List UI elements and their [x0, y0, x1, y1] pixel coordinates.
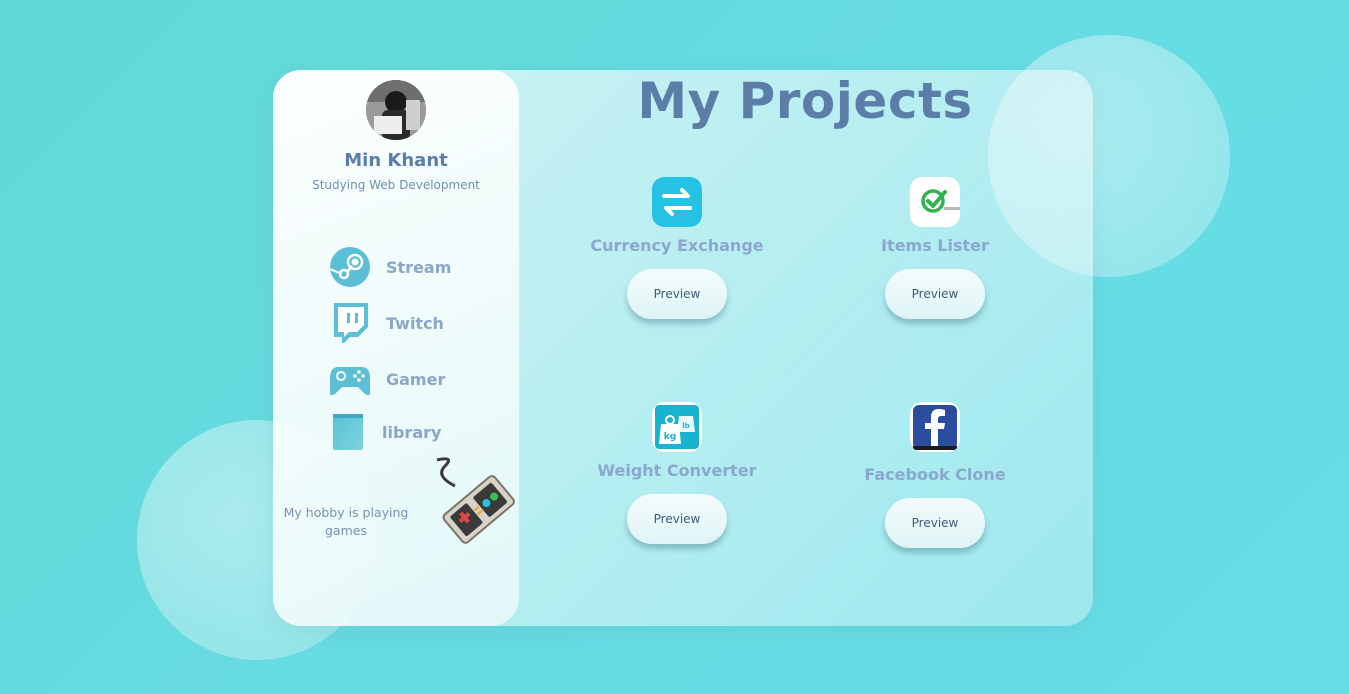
- page-title: My Projects: [637, 72, 973, 130]
- twitch-icon: [330, 303, 370, 343]
- project-currency-exchange: Currency Exchange Preview: [567, 177, 787, 327]
- project-title: Currency Exchange: [590, 236, 764, 255]
- project-weight-converter: kg lb Weight Converter Preview: [567, 402, 787, 552]
- preview-button-facebook-clone[interactable]: Preview: [885, 498, 985, 548]
- profile-sidebar: Min Khant Studying Web Development Strea…: [273, 70, 519, 626]
- nav-label-gamer: Gamer: [386, 369, 446, 389]
- nav-item-gamer[interactable]: Gamer: [330, 359, 445, 399]
- nav-item-stream[interactable]: Stream: [329, 247, 452, 287]
- user-role: Studying Web Development: [312, 178, 480, 192]
- nav-label-twitch: Twitch: [386, 313, 444, 333]
- exchange-icon: [652, 177, 702, 227]
- book-icon: [330, 412, 366, 452]
- user-name: Min Khant: [344, 150, 448, 171]
- project-facebook-clone: Facebook Clone Preview: [825, 402, 1045, 552]
- checkmark-icon: [910, 177, 960, 227]
- hobby-text: My hobby is playing games: [283, 505, 409, 538]
- gamepad-icon: [330, 359, 370, 399]
- weight-icon: kg lb: [652, 402, 702, 452]
- project-title: Weight Converter: [597, 461, 757, 480]
- avatar: [366, 80, 426, 140]
- steam-icon: [329, 247, 370, 287]
- facebook-icon: [910, 402, 960, 452]
- svg-text:kg: kg: [664, 432, 676, 442]
- game-controller-icon: [425, 456, 525, 556]
- nav-label-stream: Stream: [386, 257, 452, 277]
- project-items-lister: Items Lister Preview: [825, 177, 1045, 327]
- nav-item-library[interactable]: library: [330, 412, 441, 452]
- preview-button-currency-exchange[interactable]: Preview: [627, 269, 727, 319]
- preview-button-weight-converter[interactable]: Preview: [627, 494, 727, 544]
- preview-button-items-lister[interactable]: Preview: [885, 269, 985, 319]
- nav-item-twitch[interactable]: Twitch: [330, 303, 444, 343]
- project-title: Facebook Clone: [864, 465, 1006, 484]
- nav-label-library: library: [382, 422, 442, 442]
- project-title: Items Lister: [881, 236, 989, 255]
- svg-text:lb: lb: [682, 422, 689, 430]
